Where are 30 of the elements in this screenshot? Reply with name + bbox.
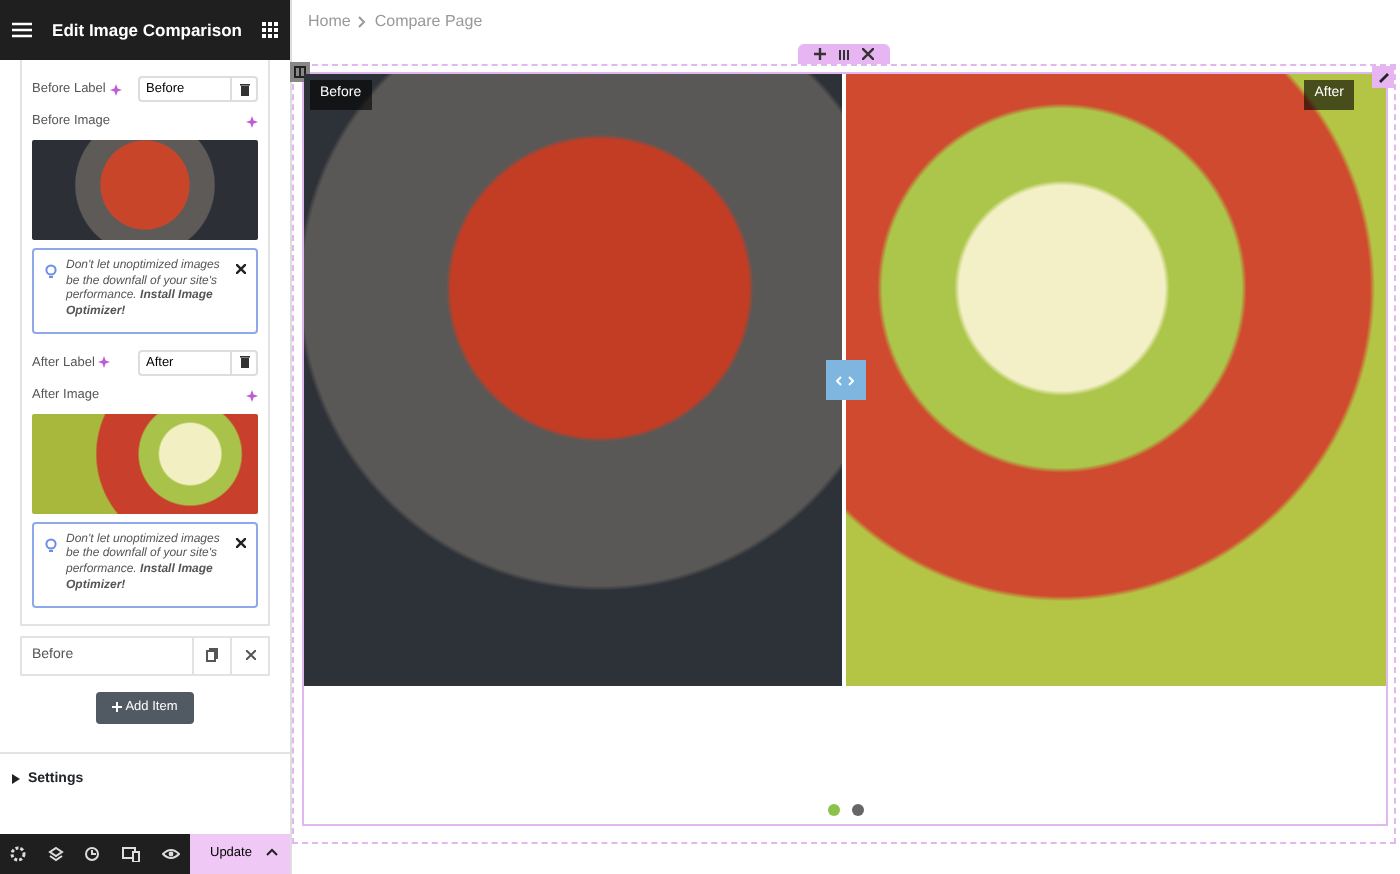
- drag-handle-icon[interactable]: [838, 49, 850, 59]
- chevron-up-icon[interactable]: [266, 848, 278, 857]
- ai-sparkle-icon[interactable]: [246, 115, 258, 128]
- plus-icon: [112, 701, 123, 712]
- ai-sparkle-icon[interactable]: [98, 356, 111, 369]
- menu-icon[interactable]: [12, 22, 32, 38]
- ai-sparkle-icon[interactable]: [246, 389, 258, 402]
- trash-icon[interactable]: [230, 349, 258, 376]
- close-icon[interactable]: [236, 537, 246, 548]
- close-icon[interactable]: [236, 263, 246, 274]
- layers-icon[interactable]: [47, 846, 64, 862]
- trash-icon[interactable]: [230, 76, 258, 102]
- history-icon[interactable]: [84, 846, 101, 862]
- panel-title: Edit Image Comparison: [52, 17, 242, 43]
- pagination-dot[interactable]: [851, 804, 863, 816]
- add-icon[interactable]: [814, 48, 826, 60]
- eye-icon[interactable]: [161, 848, 180, 860]
- photo-placeholder[interactable]: [32, 139, 258, 240]
- chevron-icon: [358, 16, 367, 28]
- responsive-icon[interactable]: [122, 846, 141, 862]
- lightbulb-icon: [44, 263, 58, 280]
- close-icon[interactable]: [862, 48, 874, 60]
- settings-icon[interactable]: [10, 846, 27, 862]
- comparison-handle[interactable]: [825, 360, 865, 400]
- grid-icon[interactable]: [262, 22, 278, 38]
- edit-icon[interactable]: [1372, 66, 1394, 88]
- ai-sparkle-icon[interactable]: [109, 83, 122, 95]
- lightbulb-icon: [44, 537, 58, 554]
- photo-placeholder[interactable]: [32, 413, 258, 514]
- pagination-dot[interactable]: [827, 804, 839, 816]
